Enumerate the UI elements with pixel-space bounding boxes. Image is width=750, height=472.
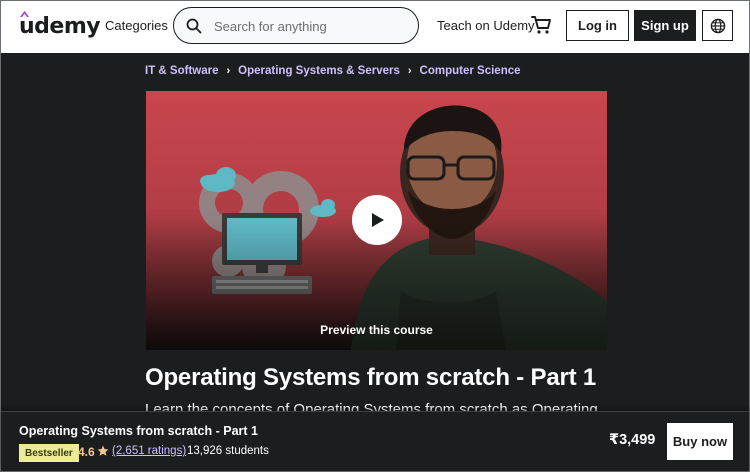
course-title: Operating Systems from scratch - Part 1 (145, 364, 597, 391)
search-icon[interactable] (186, 18, 202, 34)
star-icon (97, 445, 109, 456)
sticky-purchase-bar: Operating Systems from scratch - Part 1 … (1, 411, 749, 471)
udemy-logo[interactable]: udemy (19, 11, 101, 41)
students-count: 13,926 students (187, 445, 269, 457)
breadcrumb-item-it-software[interactable]: IT & Software (145, 65, 218, 77)
top-header: udemy Categories Teach on Udemy Log in S… (1, 1, 749, 53)
course-preview-video[interactable]: Preview this course (146, 91, 607, 350)
preview-course-label[interactable]: Preview this course (146, 323, 607, 337)
breadcrumb-item-computer-science[interactable]: Computer Science (420, 65, 521, 77)
chevron-right-icon: › (226, 65, 231, 77)
categories-link[interactable]: Categories (105, 18, 168, 33)
search-bar[interactable] (173, 7, 419, 44)
logo-text: udemy (19, 14, 101, 39)
play-icon (372, 213, 384, 227)
language-button[interactable] (702, 10, 733, 41)
chevron-right-icon: › (407, 65, 412, 77)
cart-icon[interactable] (530, 14, 552, 36)
bottom-bar-course-title: Operating Systems from scratch - Part 1 (19, 424, 258, 438)
ratings-count-link[interactable]: (2,651 ratings) (112, 445, 186, 457)
globe-icon (710, 18, 725, 33)
rating-value: 4.6 (78, 445, 95, 459)
bestseller-badge: Bestseller (19, 444, 79, 462)
course-price: ₹3,499 (609, 432, 656, 448)
signup-button[interactable]: Sign up (634, 10, 696, 41)
teach-on-udemy-link[interactable]: Teach on Udemy (437, 18, 535, 33)
logo-mark-icon (20, 11, 29, 17)
search-input[interactable] (214, 17, 409, 35)
login-button[interactable]: Log in (566, 10, 629, 41)
breadcrumb: IT & Software › Operating Systems & Serv… (145, 65, 521, 77)
play-button[interactable] (352, 195, 402, 245)
breadcrumb-item-operating-systems-servers[interactable]: Operating Systems & Servers (238, 65, 400, 77)
buy-now-button[interactable]: Buy now (667, 423, 733, 460)
